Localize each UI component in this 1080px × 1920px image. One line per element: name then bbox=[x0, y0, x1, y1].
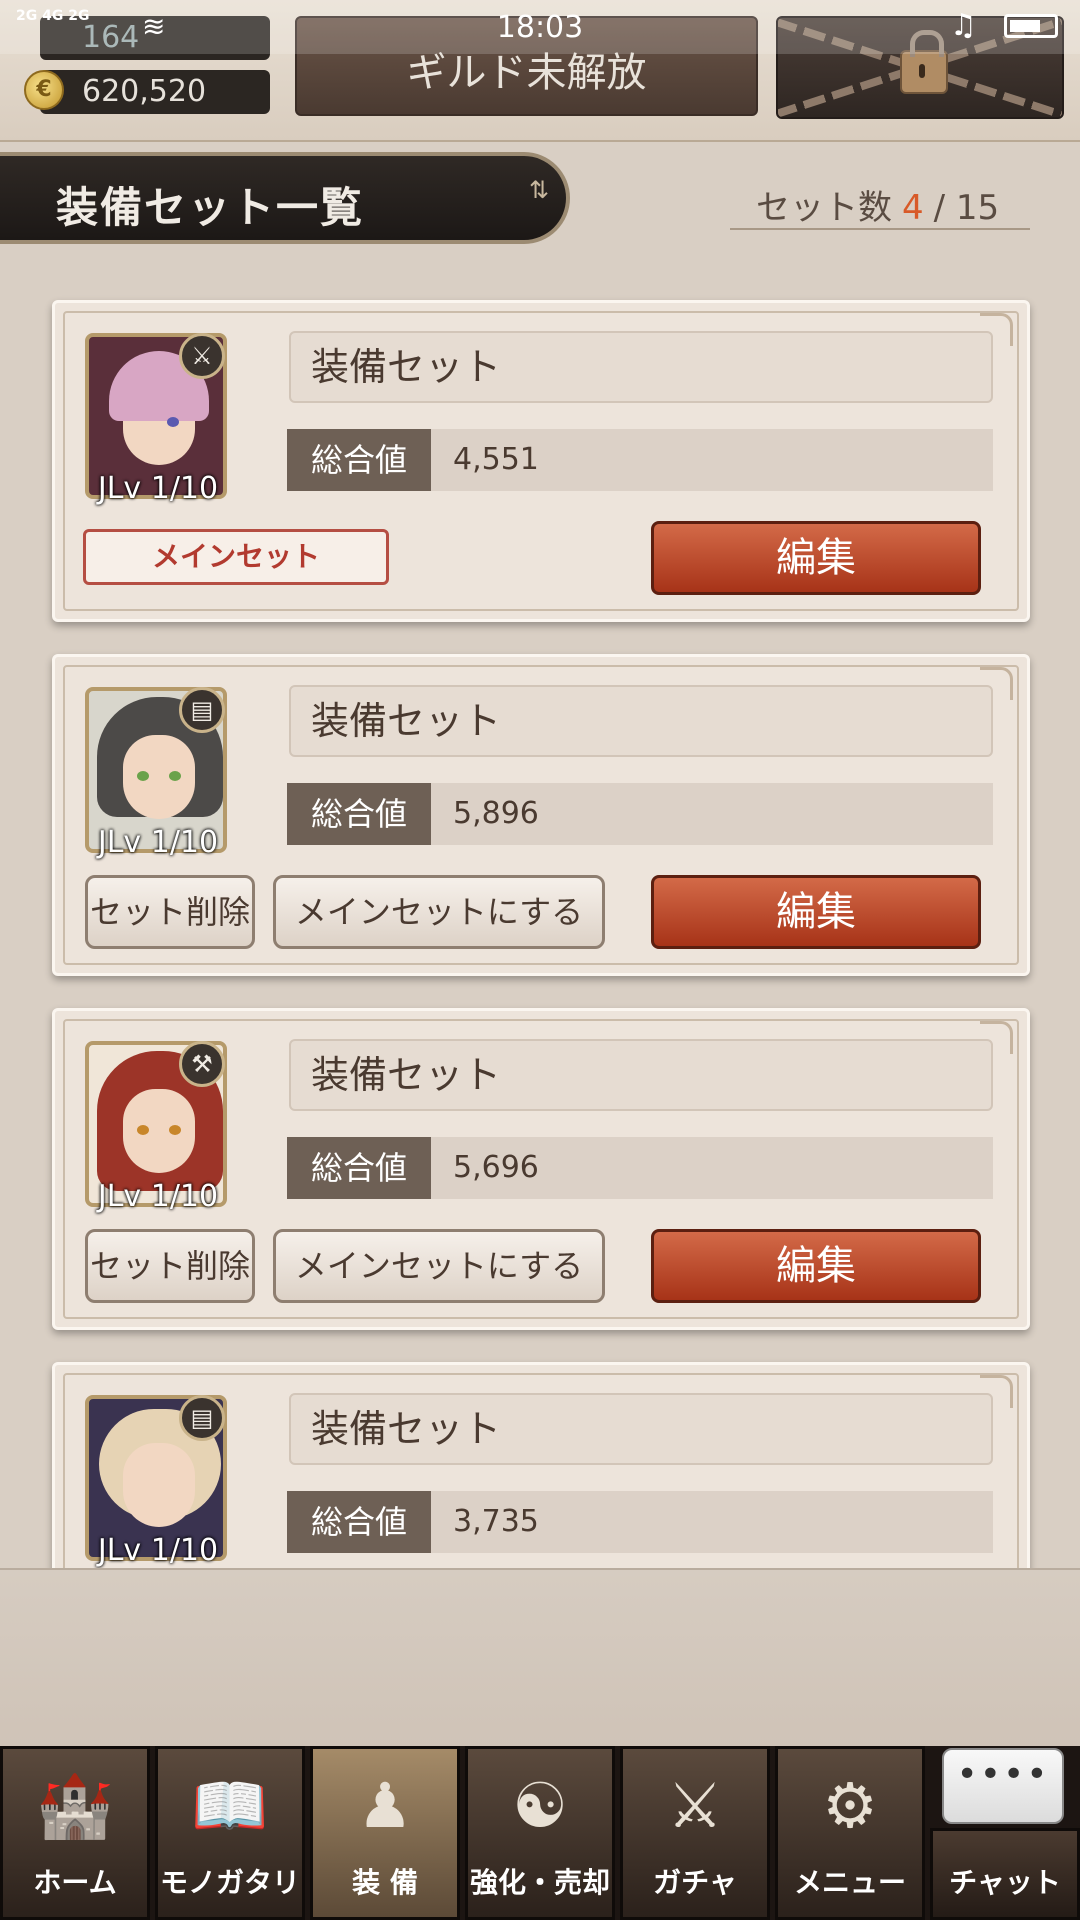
total-value: 5,896 bbox=[431, 783, 993, 845]
mask-icon: ☯ bbox=[512, 1769, 568, 1842]
equipment-set-card: ⚔ JLv 1/10 装備セット 総合値 4,551 メインセット 編集 bbox=[52, 300, 1030, 622]
equipment-set-list[interactable]: ⚔ JLv 1/10 装備セット 総合値 4,551 メインセット 編集 ▤ J… bbox=[0, 268, 1080, 1568]
job-level: JLv 1/10 bbox=[97, 825, 219, 860]
delete-set-button[interactable]: セット削除 bbox=[85, 875, 255, 949]
portrait-face bbox=[123, 1443, 195, 1527]
set-count-current: 4 bbox=[902, 188, 924, 228]
nav-label: 強化・売却 bbox=[469, 1866, 610, 1899]
job-level: JLv 1/10 bbox=[97, 471, 219, 506]
portrait-eye bbox=[169, 1125, 181, 1135]
gear-icon: ⚙ bbox=[822, 1769, 878, 1842]
clock: 18:03 bbox=[496, 10, 584, 45]
book-icon: 📖 bbox=[191, 1769, 269, 1842]
set-name-field[interactable]: 装備セット bbox=[289, 1393, 993, 1465]
main-set-badge: メインセット bbox=[83, 529, 389, 585]
padlock-icon bbox=[900, 30, 948, 94]
tome-icon: ▤ bbox=[179, 1395, 225, 1441]
coin-icon: € bbox=[24, 70, 64, 110]
equipment-set-card: ⚒ JLv 1/10 装備セット 総合値 5,696 セット削除 メインセットに… bbox=[52, 1008, 1030, 1330]
set-name-field[interactable]: 装備セット bbox=[289, 331, 993, 403]
bottom-nav: 🏰 ホーム 📖 モノガタリ ♟ 装 備 ☯ 強化・売却 ⚔ ガチャ ⚙ メニュー bbox=[0, 1746, 1080, 1920]
castle-icon: 🏰 bbox=[36, 1769, 114, 1842]
tome-icon: ▤ bbox=[179, 687, 225, 733]
equipment-set-card: ▤ JLv 1/10 装備セット 総合値 5,896 セット削除 メインセットに… bbox=[52, 654, 1030, 976]
make-main-set-button[interactable]: メインセットにする bbox=[273, 1229, 605, 1303]
sword-icon: ⚔ bbox=[179, 333, 225, 379]
set-count-max: 15 bbox=[955, 188, 1000, 228]
list-footer-background bbox=[0, 1568, 1080, 1750]
nav-enhance-sell[interactable]: ☯ 強化・売却 bbox=[465, 1746, 615, 1920]
set-count: セット数 4/ 15 bbox=[756, 180, 999, 229]
total-value: 5,696 bbox=[431, 1137, 993, 1199]
portrait-eye bbox=[137, 1125, 149, 1135]
top-header: 2G 4G 2G ≋ 18:03 ♫ 164 620,520 € ギルド未解放 bbox=[0, 0, 1080, 142]
nav-menu[interactable]: ⚙ メニュー bbox=[775, 1746, 925, 1920]
total-label: 総合値 bbox=[287, 1491, 431, 1553]
total-value: 3,735 bbox=[431, 1491, 993, 1553]
nav-chat[interactable]: チャット bbox=[930, 1828, 1080, 1920]
edit-button[interactable]: 編集 bbox=[651, 521, 981, 595]
portrait-face bbox=[123, 735, 195, 819]
portrait-eye bbox=[169, 771, 181, 781]
nav-equipment[interactable]: ♟ 装 備 bbox=[310, 1746, 460, 1920]
page-title: 装備セット一覧 bbox=[56, 183, 365, 232]
portrait-eye bbox=[137, 771, 149, 781]
job-level: JLv 1/10 bbox=[97, 1533, 219, 1568]
make-main-set-button[interactable]: メインセットにする bbox=[273, 875, 605, 949]
puppet-icon: ♟ bbox=[357, 1769, 413, 1842]
status-bar: 2G 4G 2G ≋ 18:03 ♫ bbox=[0, 0, 1080, 54]
portrait-eye bbox=[167, 417, 179, 427]
nav-label: ガチャ bbox=[653, 1866, 737, 1899]
total-label: 総合値 bbox=[287, 783, 431, 845]
nav-label: チャット bbox=[949, 1866, 1061, 1899]
hammer-icon: ⚒ bbox=[179, 1041, 225, 1087]
crossed-swords-icon: ⚔ bbox=[667, 1769, 723, 1842]
total-label: 総合値 bbox=[287, 429, 431, 491]
battery-icon bbox=[1004, 14, 1058, 38]
chat-bubble-icon[interactable]: •••• bbox=[942, 1748, 1064, 1824]
delete-set-button[interactable]: セット削除 bbox=[85, 1229, 255, 1303]
set-name-field[interactable]: 装備セット bbox=[289, 1039, 993, 1111]
portrait-face bbox=[123, 1089, 195, 1173]
bell-muted-icon: ♫ bbox=[950, 8, 977, 43]
nav-label: ホーム bbox=[33, 1866, 117, 1899]
edit-button[interactable]: 編集 bbox=[651, 1229, 981, 1303]
set-count-separator: / bbox=[933, 188, 946, 228]
nav-story[interactable]: 📖 モノガタリ bbox=[155, 1746, 305, 1920]
page-title-bar: 装備セット一覧 ⇅ bbox=[0, 152, 570, 244]
coins-display: 620,520 bbox=[40, 70, 270, 114]
set-count-label: セット数 bbox=[756, 188, 892, 228]
equipment-set-card: ▤ JLv 1/10 装備セット 総合値 3,735 bbox=[52, 1362, 1030, 1568]
divider bbox=[730, 228, 1030, 230]
job-level: JLv 1/10 bbox=[97, 1179, 219, 1214]
nav-home[interactable]: 🏰 ホーム bbox=[0, 1746, 150, 1920]
nav-gacha[interactable]: ⚔ ガチャ bbox=[620, 1746, 770, 1920]
sort-icon[interactable]: ⇅ bbox=[522, 178, 556, 220]
nav-label: メニュー bbox=[793, 1866, 906, 1899]
edit-button[interactable]: 編集 bbox=[651, 875, 981, 949]
total-label: 総合値 bbox=[287, 1137, 431, 1199]
nav-label: モノガタリ bbox=[159, 1866, 300, 1899]
total-value: 4,551 bbox=[431, 429, 993, 491]
set-name-field[interactable]: 装備セット bbox=[289, 685, 993, 757]
nav-label: 装 備 bbox=[352, 1866, 418, 1899]
